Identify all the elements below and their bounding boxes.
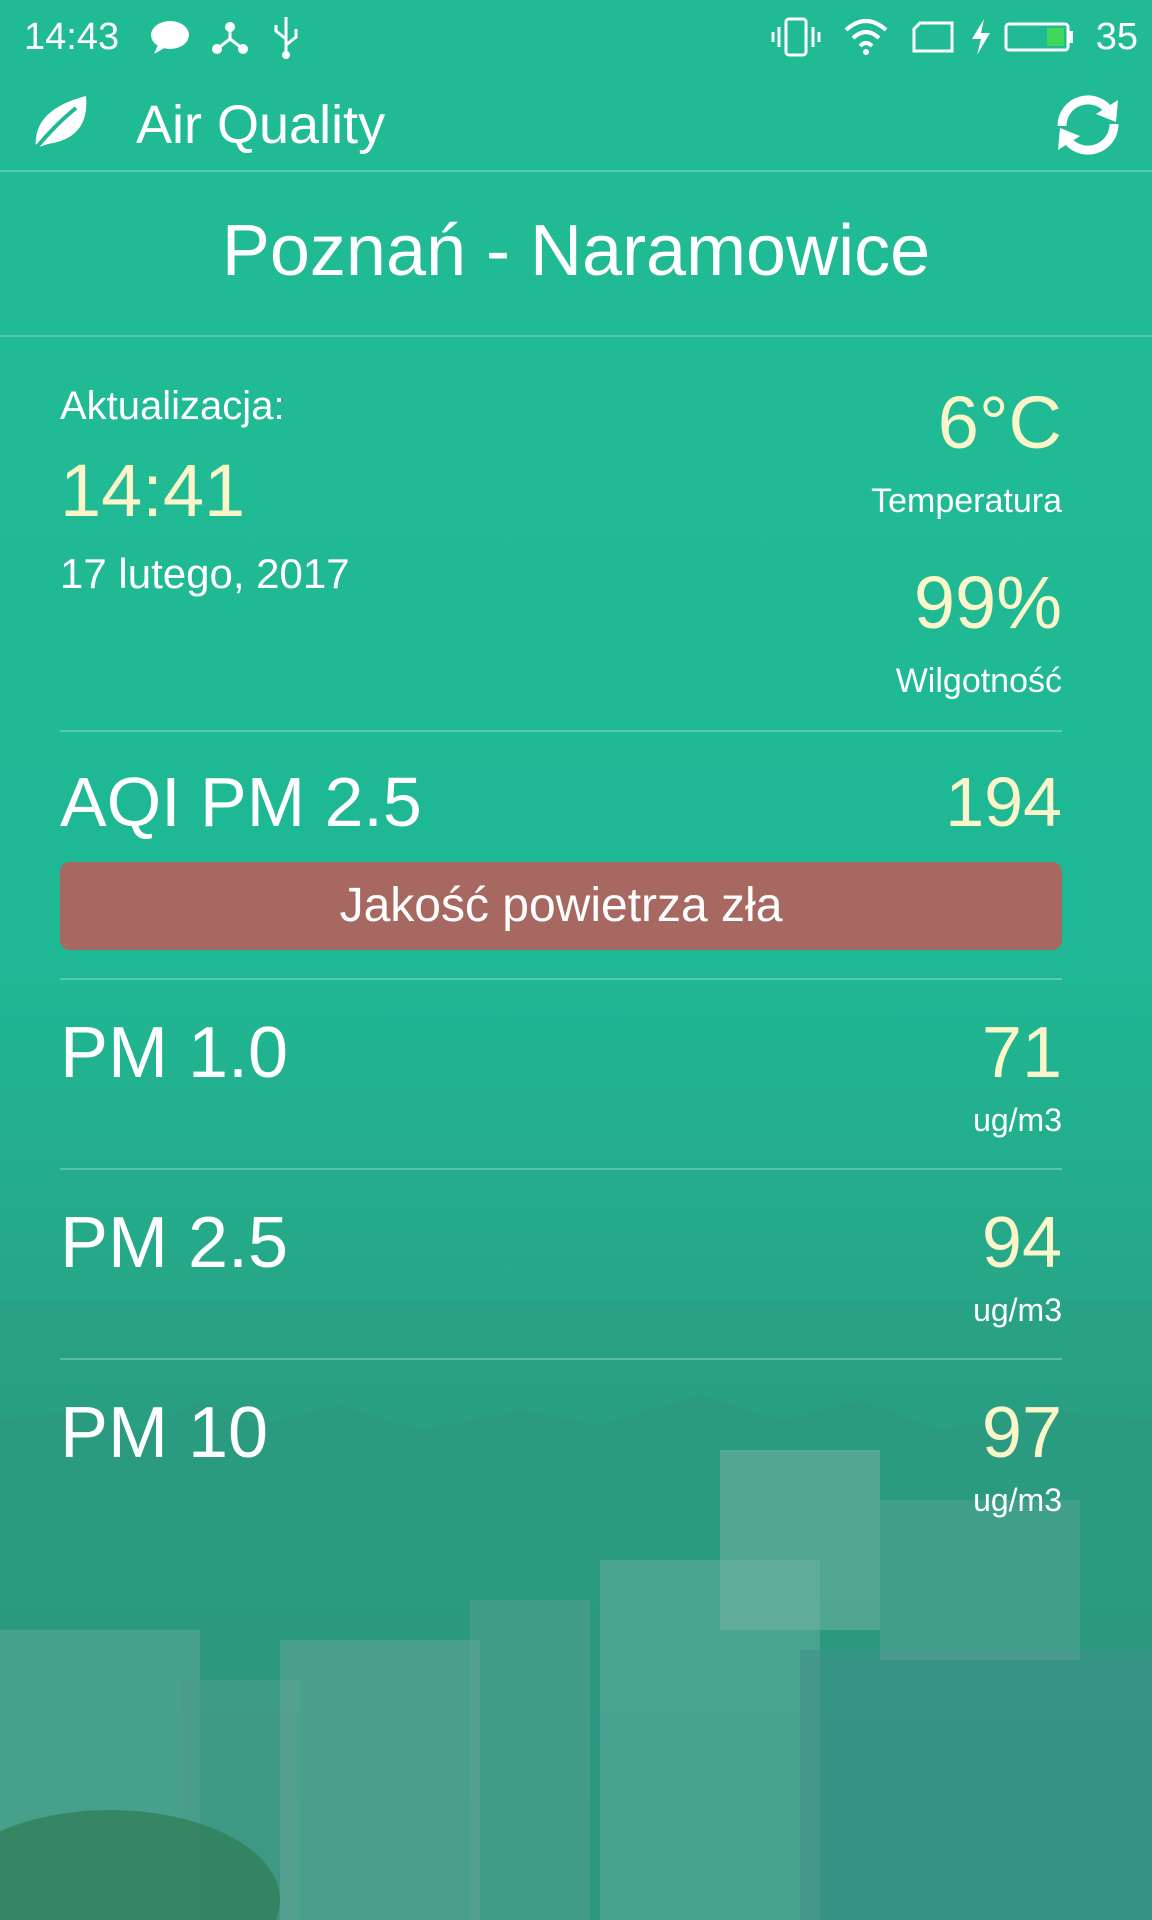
charging-icon [966,14,996,60]
battery-icon [1004,14,1074,60]
pm10-label: PM 10 [60,1393,269,1473]
wifi-icon [840,14,892,60]
aqi-label: AQI PM 2.5 [60,763,422,841]
pm25-label: PM 2.5 [60,1203,289,1283]
pm1-label: PM 1.0 [60,1013,289,1093]
divider [60,1358,1062,1360]
pm10-unit: ug/m3 [973,1482,1062,1518]
pm1-value: 71 [981,1013,1062,1093]
temperature-value: 6°C [937,381,1062,464]
leaf-icon [34,96,87,150]
refresh-icon[interactable] [1048,90,1128,160]
pm25-unit: ug/m3 [973,1292,1062,1328]
app-bar: Air Quality [0,80,1152,172]
message-icon [148,14,192,60]
station-name: Poznań - Naramowice [221,211,931,291]
update-time: 14:41 [60,449,246,532]
divider [0,335,1152,337]
usb-icon [268,14,304,60]
update-date: 17 lutego, 2017 [60,550,350,597]
temperature-label: Temperatura [871,482,1062,520]
humidity-label: Wilgotność [895,662,1062,700]
pm10-value: 97 [981,1393,1062,1473]
humidity-value: 99% [913,561,1062,644]
aqi-value: 194 [945,763,1062,841]
app-title: Air Quality [136,95,386,155]
pm25-value: 94 [981,1203,1062,1283]
divider [60,1168,1062,1170]
update-label: Aktualizacja: [60,384,285,428]
pm1-unit: ug/m3 [973,1102,1062,1138]
divider [60,978,1062,980]
status-time: 14:43 [24,16,120,58]
status-bar: 14:43 35 [0,0,1152,76]
divider [0,170,1152,172]
sim-card-icon [910,14,956,60]
battery-level: 35 [1095,16,1138,58]
air-quality-status-badge: Jakość powietrza zła [60,862,1062,950]
share-icon [208,14,252,60]
vibrate-icon [770,14,822,60]
divider [60,730,1062,732]
